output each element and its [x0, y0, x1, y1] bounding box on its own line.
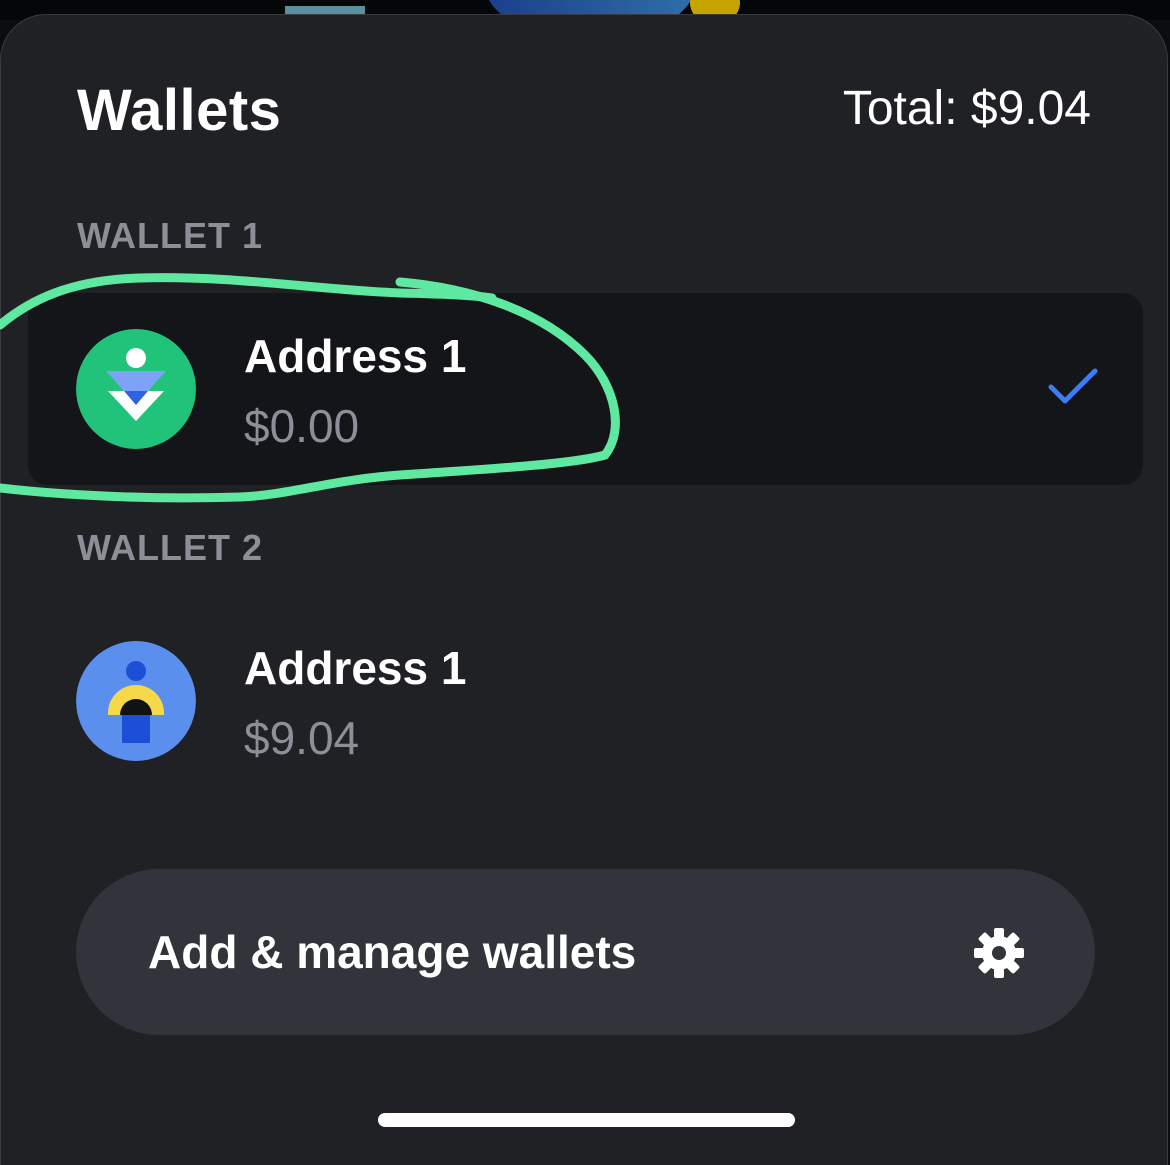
- check-icon: [1048, 368, 1098, 404]
- wallet-section-label: WALLET 1: [77, 215, 263, 256]
- wallet-row-wallet-2[interactable]: Address 1 $9.04: [28, 605, 1143, 797]
- wallet-row-wallet-1[interactable]: Address 1 $0.00: [28, 293, 1143, 485]
- wallet-address-name: Address 1: [244, 330, 467, 382]
- green-wallet-avatar-icon: [76, 329, 196, 449]
- wallet-section-label: WALLET 2: [77, 527, 263, 568]
- wallet-balance: $9.04: [244, 712, 360, 764]
- home-indicator: [378, 1113, 795, 1127]
- gear-icon: [974, 928, 1024, 978]
- wallet-balance: $0.00: [244, 400, 360, 452]
- sheet-title: Wallets: [77, 78, 282, 143]
- wallets-bottom-sheet: Wallets Total: $9.04 WALLET 1 Address 1 …: [0, 14, 1168, 1165]
- blue-wallet-avatar-icon: [76, 641, 196, 761]
- add-manage-wallets-button[interactable]: Add & manage wallets: [76, 869, 1095, 1035]
- manage-wallets-label: Add & manage wallets: [148, 926, 637, 978]
- total-balance: Total: $9.04: [842, 82, 1091, 135]
- wallet-address-name: Address 1: [244, 642, 467, 694]
